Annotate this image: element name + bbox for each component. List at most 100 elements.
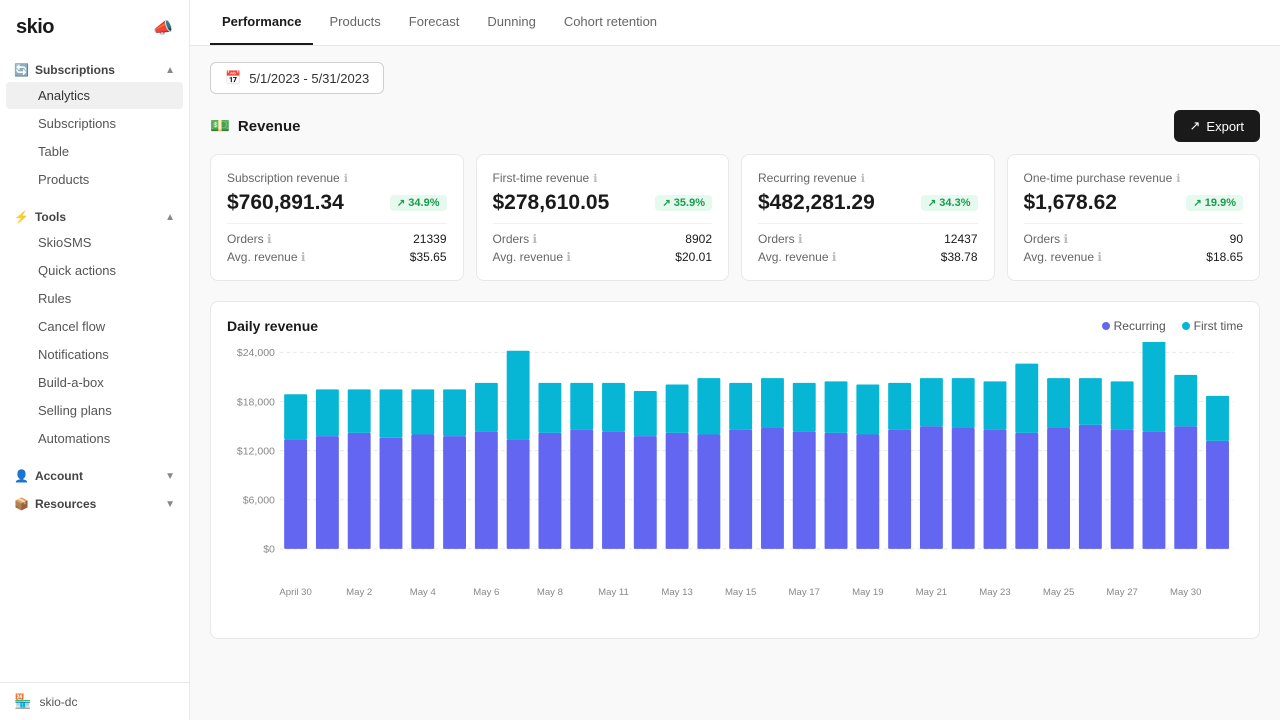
tab-products[interactable]: Products [317,0,392,45]
sidebar-item-notifications[interactable]: Notifications [6,341,183,368]
card-avg: Avg. revenue ℹ $20.01 [493,250,713,264]
firsttime-legend: First time [1182,319,1243,333]
orders-info[interactable]: ℹ [1064,232,1069,246]
svg-text:May 17: May 17 [789,587,820,598]
info-icon[interactable]: ℹ [593,172,597,185]
svg-text:May 13: May 13 [661,587,692,598]
svg-text:May 2: May 2 [346,587,372,598]
tab-dunning[interactable]: Dunning [475,0,547,45]
sidebar-item-rules[interactable]: Rules [6,285,183,312]
revenue-card-3: One-time purchase revenue ℹ $1,678.62 ↗1… [1007,154,1261,281]
sidebar-item-quick-actions[interactable]: Quick actions [6,257,183,284]
card-badge: ↗34.9% [390,195,447,211]
svg-text:May 30: May 30 [1170,587,1201,598]
revenue-icon: 💵 [210,116,230,136]
export-button[interactable]: ↗ Export [1174,110,1260,142]
svg-text:May 19: May 19 [852,587,883,598]
orders-info[interactable]: ℹ [798,232,803,246]
orders-info[interactable]: ℹ [267,232,272,246]
avg-info[interactable]: ℹ [1097,250,1102,264]
card-label: One-time purchase revenue ℹ [1024,171,1244,185]
subscriptions-table-item[interactable]: Table [6,138,183,165]
sidebar-footer[interactable]: 🏪 skio-dc [0,682,189,720]
date-range-text: 5/1/2023 - 5/31/2023 [249,71,369,86]
arrow-icon: ↗ [397,198,405,209]
svg-text:May 23: May 23 [979,587,1010,598]
card-amount: $1,678.62 ↗19.9% [1024,191,1244,215]
card-avg: Avg. revenue ℹ $38.78 [758,250,978,264]
arrow-icon: ↗ [1193,198,1201,209]
chevron-down-icon-account: ▼ [165,471,175,482]
recurring-dot [1102,322,1110,330]
svg-text:$24,000: $24,000 [237,347,275,359]
store-name: skio-dc [39,695,77,709]
calendar-icon: 📅 [225,70,241,86]
svg-text:$6,000: $6,000 [243,495,275,507]
svg-text:$0: $0 [263,544,275,556]
svg-text:May 4: May 4 [410,587,437,598]
card-amount: $278,610.05 ↗35.9% [493,191,713,215]
card-orders: Orders ℹ 12437 [758,232,978,246]
sidebar-item-automations[interactable]: Automations [6,425,183,452]
subscriptions-subscriptions-item[interactable]: Subscriptions [6,110,183,137]
revenue-cards: Subscription revenue ℹ $760,891.34 ↗34.9… [210,154,1260,281]
avg-info[interactable]: ℹ [566,250,571,264]
revenue-card-1: First-time revenue ℹ $278,610.05 ↗35.9% … [476,154,730,281]
revenue-title: 💵 Revenue [210,116,300,136]
scrollable-content: 📅 5/1/2023 - 5/31/2023 💵 Revenue ↗ Expor… [190,46,1280,720]
megaphone-icon[interactable]: 📣 [153,18,173,38]
subscriptions-icon: 🔄 [14,63,29,77]
info-icon[interactable]: ℹ [344,172,348,185]
sidebar: skio 📣 🔄 Subscriptions ▲ Analytics Subsc… [0,0,190,720]
firsttime-dot [1182,322,1190,330]
account-section: 👤 Account ▼ [0,463,189,487]
subscriptions-analytics-item[interactable]: Analytics [6,82,183,109]
svg-text:$18,000: $18,000 [237,396,275,408]
svg-text:May 11: May 11 [598,587,629,598]
arrow-icon: ↗ [928,198,936,209]
resources-section-header[interactable]: 📦 Resources ▼ [0,491,189,515]
card-orders: Orders ℹ 8902 [493,232,713,246]
sidebar-item-selling-plans[interactable]: Selling plans [6,397,183,424]
chart-header: Daily revenue Recurring First time [227,318,1243,334]
card-avg: Avg. revenue ℹ $35.65 [227,250,447,264]
chart-area: $0 $6,000 $12,000 $18,000 $24,000 April 30 May… [227,342,1243,622]
sidebar-item-build-a-box[interactable]: Build-a-box [6,369,183,396]
subscriptions-section-header[interactable]: 🔄 Subscriptions ▲ [0,57,189,81]
subscriptions-section-title: 🔄 Subscriptions [14,63,115,77]
main-content: Performance Products Forecast Dunning Co… [190,0,1280,720]
subscriptions-products-item[interactable]: Products [6,166,183,193]
tab-cohort-retention[interactable]: Cohort retention [552,0,669,45]
card-orders: Orders ℹ 90 [1024,232,1244,246]
resources-section: 📦 Resources ▼ [0,491,189,515]
store-icon: 🏪 [14,693,31,710]
sidebar-item-skiosms[interactable]: SkioSMS [6,229,183,256]
svg-text:$12,000: $12,000 [237,445,275,457]
card-amount: $482,281.29 ↗34.3% [758,191,978,215]
revenue-card-2: Recurring revenue ℹ $482,281.29 ↗34.3% O… [741,154,995,281]
account-section-title: 👤 Account [14,469,83,483]
tab-performance[interactable]: Performance [210,0,313,45]
revenue-section-header: 💵 Revenue ↗ Export [210,110,1260,142]
date-picker[interactable]: 📅 5/1/2023 - 5/31/2023 [210,62,384,94]
tools-section-title: ⚡ Tools [14,210,66,224]
sidebar-item-cancel-flow[interactable]: Cancel flow [6,313,183,340]
orders-info[interactable]: ℹ [533,232,538,246]
avg-info[interactable]: ℹ [301,250,306,264]
tools-section-header[interactable]: ⚡ Tools ▲ [0,204,189,228]
info-icon[interactable]: ℹ [861,172,865,185]
info-icon[interactable]: ℹ [1176,172,1180,185]
logo: skio [16,16,54,39]
chart-title: Daily revenue [227,318,318,334]
account-section-header[interactable]: 👤 Account ▼ [0,463,189,487]
arrow-icon: ↗ [662,198,670,209]
revenue-card-0: Subscription revenue ℹ $760,891.34 ↗34.9… [210,154,464,281]
avg-info[interactable]: ℹ [832,250,837,264]
card-badge: ↗19.9% [1186,195,1243,211]
tab-forecast[interactable]: Forecast [397,0,472,45]
chart-svg: $0 $6,000 $12,000 $18,000 $24,000 April 30 May… [227,342,1243,612]
svg-text:April 30: April 30 [279,587,311,598]
svg-text:May 6: May 6 [473,587,499,598]
recurring-legend: Recurring [1102,319,1166,333]
card-badge: ↗35.9% [655,195,712,211]
